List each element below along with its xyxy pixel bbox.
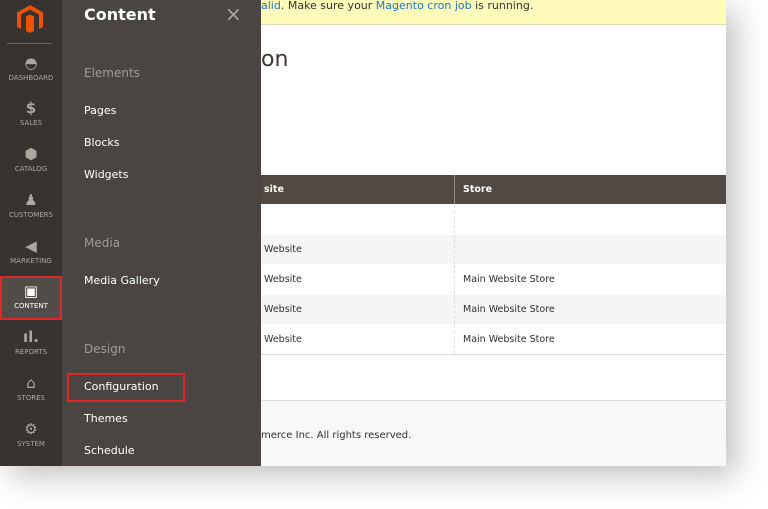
nav-stores[interactable]: ⌂ STORES: [0, 374, 62, 420]
group-design: Design: [84, 342, 126, 356]
nav-system[interactable]: ⚙ SYSTEM: [0, 420, 62, 466]
notice-link-invalid[interactable]: alid: [261, 0, 281, 12]
dashboard-icon: ◓: [24, 54, 38, 72]
box-icon: ⬢: [24, 145, 38, 163]
menu-item-blocks[interactable]: Blocks: [84, 136, 119, 149]
cell-store: Main Website Store: [463, 274, 555, 285]
group-elements: Elements: [84, 66, 140, 80]
nav-label: DASHBOARD: [8, 74, 54, 82]
cell-store: Main Website Store: [463, 334, 555, 345]
storefront-icon: ⌂: [26, 374, 36, 392]
nav-sales[interactable]: $ SALES: [0, 99, 62, 145]
nav-label: SYSTEM: [17, 440, 45, 448]
page-title: on: [261, 47, 289, 72]
nav-label: REPORTS: [14, 348, 48, 356]
content-flyout-panel: Content × Elements Pages Blocks Widgets …: [62, 0, 261, 466]
nav-catalog[interactable]: ⬢ CATALOG: [0, 145, 62, 191]
megaphone-icon: ◀: [25, 237, 37, 255]
cell-website: Website: [261, 265, 455, 294]
nav-label: SALES: [19, 119, 43, 127]
table-row[interactable]: Website Main Website Store: [261, 325, 726, 355]
menu-item-themes[interactable]: Themes: [84, 412, 128, 425]
notice-text-end: is running.: [471, 0, 534, 12]
system-notice: alid. Make sure your Magento cron job is…: [261, 0, 726, 25]
nav-label: STORES: [17, 394, 45, 402]
layout-icon: ▣: [23, 282, 39, 300]
sidebar-divider: [7, 43, 52, 44]
cell-store: Main Website Store: [463, 304, 555, 315]
table-row[interactable]: Website Main Website Store: [261, 265, 726, 295]
nav-label: CUSTOMERS: [8, 211, 53, 219]
table-header: site Store: [261, 175, 726, 205]
notice-text: . Make sure your: [280, 0, 376, 12]
person-icon: ♟: [24, 191, 38, 209]
cron-job-link[interactable]: Magento cron job: [376, 0, 472, 12]
col-website[interactable]: site: [261, 175, 455, 204]
table-row[interactable]: Website Main Website Store: [261, 295, 726, 325]
nav-customers[interactable]: ♟ CUSTOMERS: [0, 191, 62, 237]
menu-item-configuration[interactable]: Configuration: [84, 380, 159, 393]
menu-item-widgets[interactable]: Widgets: [84, 168, 128, 181]
table-row[interactable]: Website: [261, 235, 726, 265]
cell-store: [455, 205, 726, 234]
nav-label: MARKETING: [10, 257, 52, 265]
panel-title: Content: [84, 5, 156, 24]
gear-icon: ⚙: [24, 420, 38, 438]
nav-dashboard[interactable]: ◓ DASHBOARD: [0, 54, 62, 100]
cell-website: Website: [261, 295, 455, 324]
nav-content[interactable]: ▣ CONTENT: [0, 276, 62, 320]
admin-sidebar: ◓ DASHBOARD $ SALES ⬢ CATALOG ♟ CUSTOMERS ◀ M…: [0, 0, 62, 466]
cell-website: Website: [261, 325, 455, 354]
menu-item-schedule[interactable]: Schedule: [84, 444, 135, 457]
nav-reports[interactable]: ıl. REPORTS: [0, 328, 62, 374]
admin-window: ◓ DASHBOARD $ SALES ⬢ CATALOG ♟ CUSTOMERS ◀ M…: [0, 0, 726, 466]
table-row[interactable]: [261, 205, 726, 235]
copyright-text: merce Inc. All rights reserved.: [261, 430, 412, 441]
bar-chart-icon: ıl.: [23, 328, 39, 346]
magento-logo-icon[interactable]: [13, 4, 47, 34]
scope-table: site Store Website Website Main Website St…: [261, 175, 726, 355]
close-icon[interactable]: ×: [225, 2, 242, 26]
menu-item-media-gallery[interactable]: Media Gallery: [84, 274, 160, 287]
col-store[interactable]: Store: [455, 175, 726, 204]
nav-label: CATALOG: [14, 165, 48, 173]
group-media: Media: [84, 236, 121, 250]
cell-website: [261, 205, 455, 234]
footer: merce Inc. All rights reserved.: [261, 400, 726, 466]
cell-website: Website: [261, 235, 455, 264]
menu-item-pages[interactable]: Pages: [84, 104, 116, 117]
cell-store: [455, 235, 726, 264]
nav-label: CONTENT: [14, 302, 48, 310]
dollar-icon: $: [25, 99, 37, 117]
